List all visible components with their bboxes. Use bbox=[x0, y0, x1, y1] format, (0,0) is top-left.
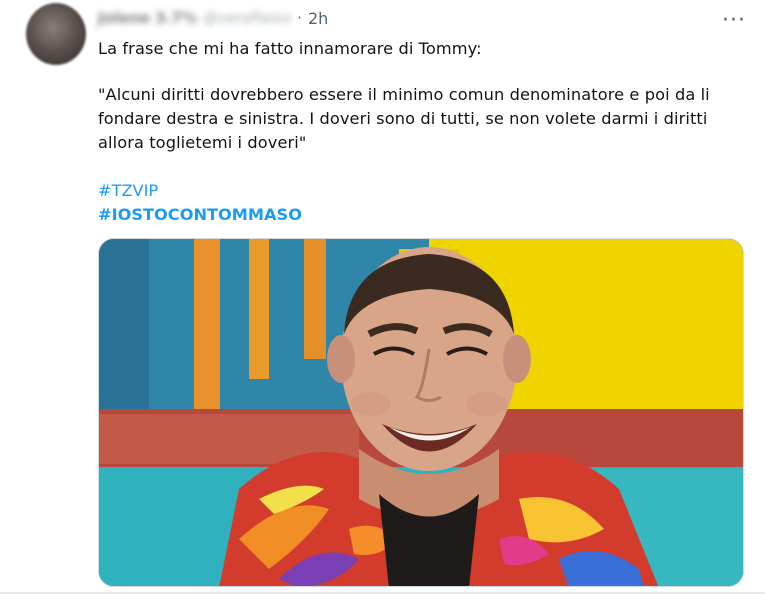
quote-line: allora toglietemi i doveri" bbox=[98, 133, 307, 152]
tweet-header: Jolene 3.7% @veraflaiso · 2h bbox=[98, 6, 328, 30]
tweet-photo[interactable] bbox=[98, 238, 744, 587]
hashtag-link[interactable]: #IOSTOCONTOMMASO bbox=[98, 203, 302, 227]
tweet-text-quote: "Alcuni diritti dovrebbero essere il min… bbox=[98, 83, 738, 155]
author-name[interactable]: Jolene 3.7% bbox=[98, 9, 197, 27]
tweet-card[interactable]: Jolene 3.7% @veraflaiso · 2h ··· La fras… bbox=[0, 0, 765, 594]
photo-illustration bbox=[99, 239, 743, 586]
quote-line: "Alcuni diritti dovrebbero essere il min… bbox=[98, 85, 710, 104]
tweet-timestamp[interactable]: 2h bbox=[308, 9, 328, 28]
quote-line: fondare destra e sinistra. I doveri sono… bbox=[98, 109, 708, 128]
author-avatar[interactable] bbox=[26, 3, 86, 65]
hashtag-link[interactable]: #TZVIP bbox=[98, 179, 158, 203]
separator-dot: · bbox=[297, 9, 302, 27]
author-handle[interactable]: @veraflaiso bbox=[203, 9, 291, 27]
tweet-text-intro: La frase che mi ha fatto innamorare di T… bbox=[98, 39, 482, 58]
more-options-icon[interactable]: ··· bbox=[716, 6, 752, 34]
